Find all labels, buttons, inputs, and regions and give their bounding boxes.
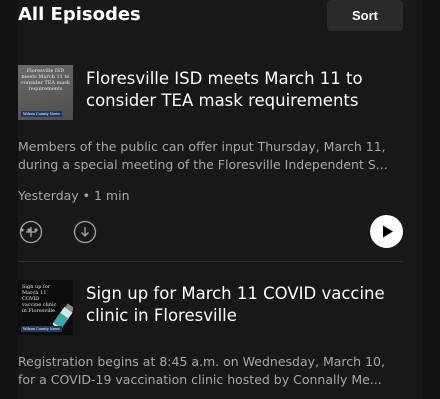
description-line: Members of the public can offer input Th… — [18, 139, 386, 154]
play-icon — [383, 225, 393, 238]
play-button[interactable] — [370, 215, 403, 248]
episode-thumbnail[interactable]: Sign up for March 11 COVID vaccine clini… — [18, 280, 73, 335]
episode-title[interactable]: Floresville ISD meets March 11 to consid… — [86, 68, 404, 112]
episode-meta: Yesterday • 1 min — [18, 188, 130, 203]
thumbnail-logo: Wilson County News — [21, 326, 62, 332]
episode-description: Registration begins at 8:45 a.m. on Wedn… — [18, 353, 408, 389]
page-title: All Episodes — [18, 4, 141, 25]
description-line: during a special meeting of the Floresvi… — [18, 157, 388, 172]
episode-divider — [18, 261, 403, 262]
description-line: for a COVID-19 vaccination clinic hosted… — [18, 372, 382, 387]
thumbnail-text: Floresville ISD meets March 11 to consid… — [21, 68, 70, 92]
episode-actions — [18, 215, 403, 248]
episode-title[interactable]: Sign up for March 11 COVID vaccine clini… — [86, 283, 404, 327]
description-line: Registration begins at 8:45 a.m. on Wedn… — [18, 354, 385, 369]
episode-thumbnail[interactable]: Floresville ISD meets March 11 to consid… — [18, 65, 73, 120]
episode-description: Members of the public can offer input Th… — [18, 138, 408, 174]
download-circle-icon[interactable] — [73, 220, 97, 244]
thumbnail-logo: Wilson County News — [21, 111, 62, 117]
sort-button[interactable]: Sort — [327, 0, 403, 31]
plus-circle-icon[interactable] — [19, 220, 43, 244]
episodes-header: All Episodes Sort — [18, 0, 403, 34]
